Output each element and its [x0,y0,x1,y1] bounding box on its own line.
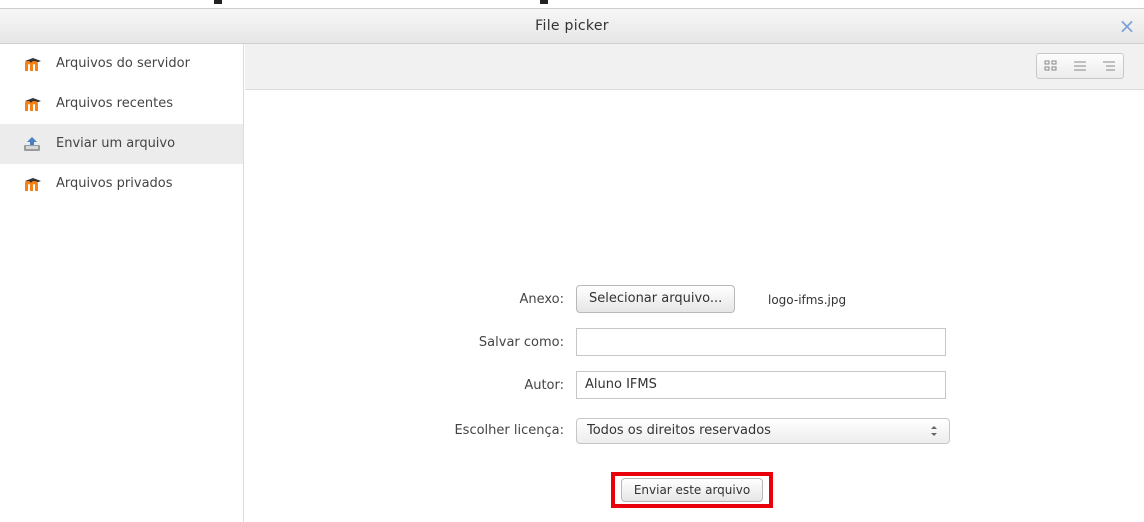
moodle-icon [25,58,41,71]
sidebar-item-label: Enviar um arquivo [56,136,176,151]
upload-form: Anexo: Selecionar arquivo... logo-ifms.j… [245,90,1144,522]
license-selected-value: Todos os direitos reservados [587,423,771,438]
sidebar-item-recent-files[interactable]: Arquivos recentes [0,84,243,124]
cropped-top-strip [0,0,1144,8]
save-as-label: Salvar como: [478,335,564,350]
close-icon[interactable]: × [1116,15,1138,37]
dialog-title: File picker [535,18,609,34]
select-arrows-icon [931,426,937,436]
license-row: Escolher licença: Todos os direitos rese… [245,416,1144,446]
license-label: Escolher licença: [454,423,564,438]
author-input[interactable]: Aluno IFMS [576,371,946,399]
attachment-row: Anexo: Selecionar arquivo... logo-ifms.j… [245,285,1144,315]
attachment-label: Anexo: [519,292,564,307]
repository-sidebar: Arquivos do servidor Arquivos recentes E… [0,44,244,522]
filepicker-toolbar [245,44,1144,90]
moodle-icon [25,178,41,191]
cropped-glyph [214,0,222,4]
tree-view-icon [1102,61,1115,71]
sidebar-item-upload-file[interactable]: Enviar um arquivo [0,124,243,164]
author-label: Autor: [524,378,564,393]
list-view-button[interactable] [1066,54,1095,78]
dialog-titlebar: File picker × [0,8,1144,44]
save-as-input[interactable] [576,328,946,356]
sidebar-item-label: Arquivos privados [56,176,173,191]
icons-view-icon [1044,60,1057,71]
sidebar-item-label: Arquivos recentes [56,96,173,111]
license-select[interactable]: Todos os direitos reservados [576,418,950,444]
view-switcher [1036,53,1124,79]
list-view-icon [1074,61,1086,71]
sidebar-item-label: Arquivos do servidor [56,56,190,71]
choose-file-button[interactable]: Selecionar arquivo... [576,285,736,313]
moodle-icon [25,98,41,111]
attachment-control: Selecionar arquivo... logo-ifms.jpg [576,285,846,313]
upload-file-button[interactable]: Enviar este arquivo [620,478,764,502]
tree-view-button[interactable] [1094,54,1123,78]
selected-filename: logo-ifms.jpg [768,293,847,307]
sidebar-item-private-files[interactable]: Arquivos privados [0,164,243,204]
cropped-glyph [540,0,548,4]
sidebar-item-server-files[interactable]: Arquivos do servidor [0,44,243,84]
submit-highlight-box: Enviar este arquivo [611,472,773,508]
save-as-row: Salvar como: [245,328,1144,358]
author-row: Autor: Aluno IFMS [245,371,1144,401]
upload-icon [24,137,40,151]
icons-view-button[interactable] [1037,54,1066,78]
